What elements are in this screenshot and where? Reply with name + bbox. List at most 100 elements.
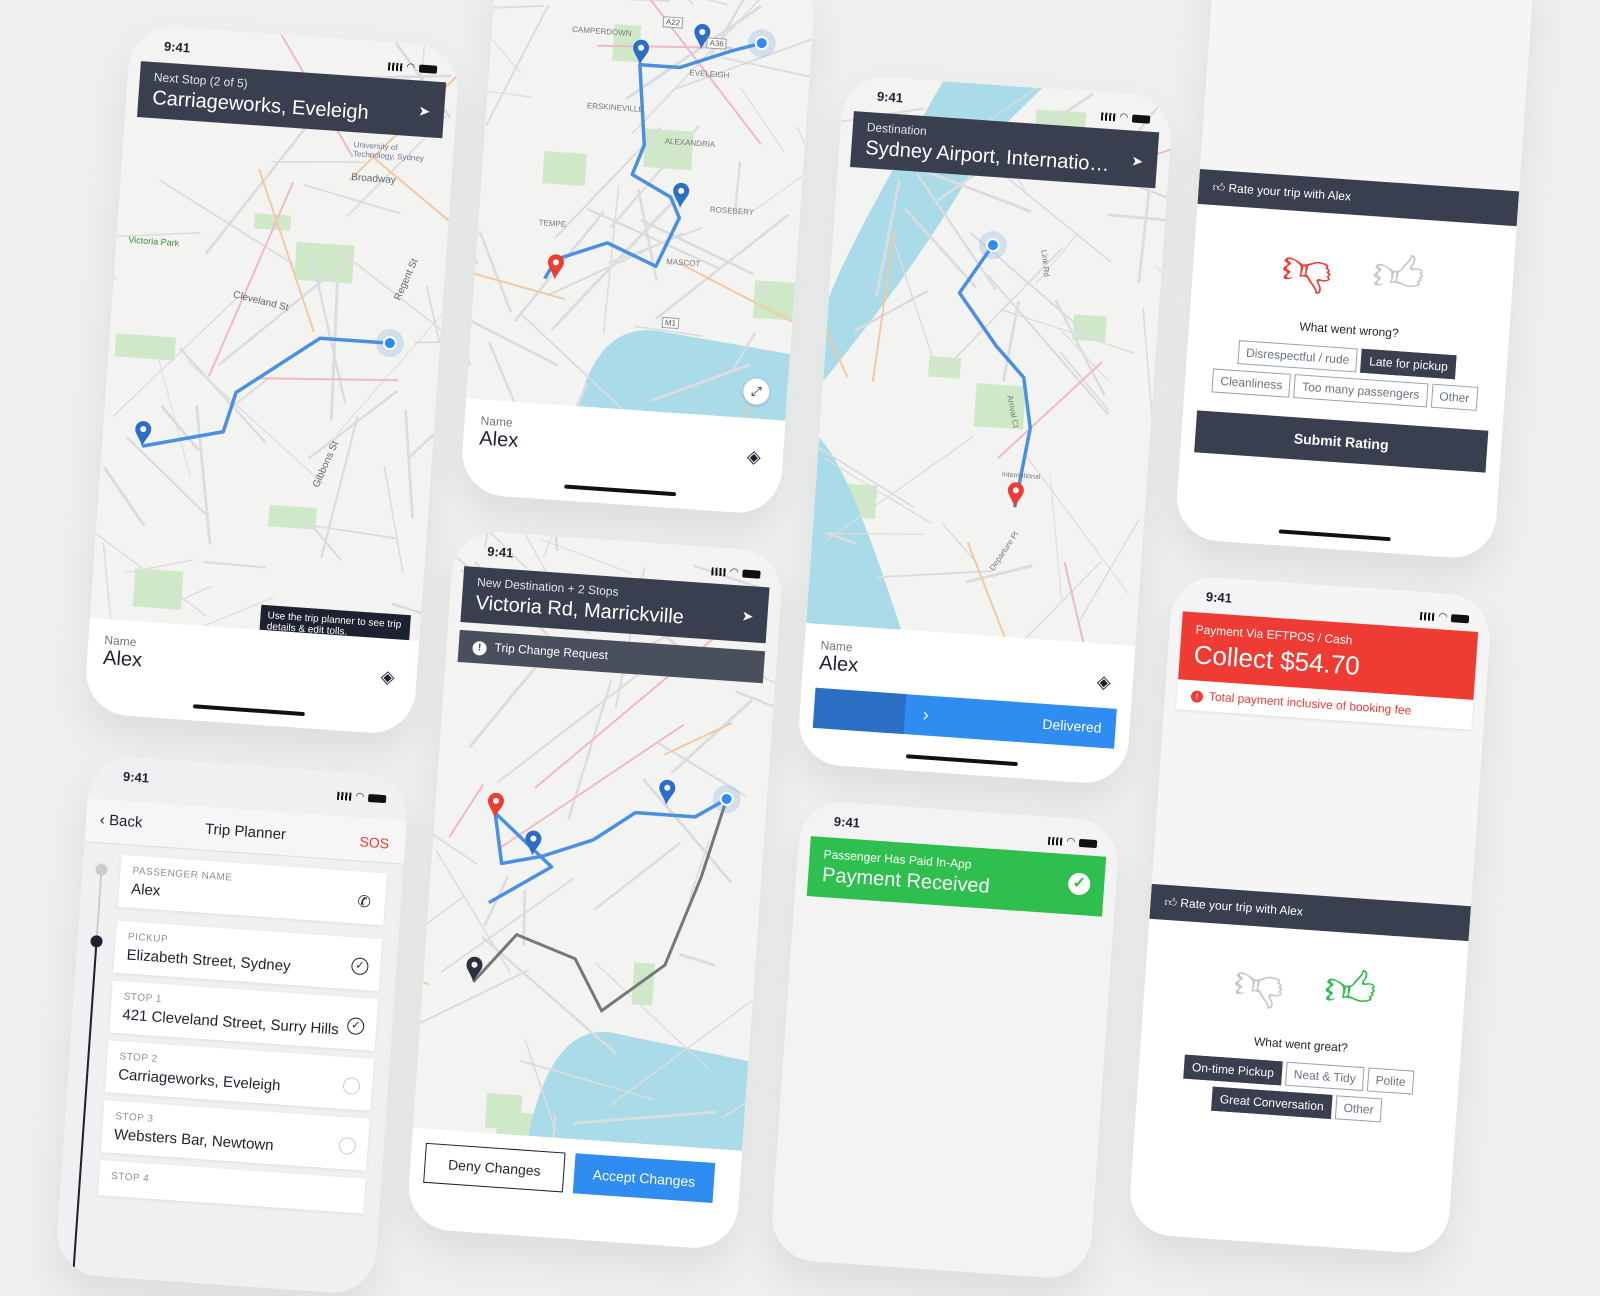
status-icons: ◠ [337, 790, 387, 804]
stop-card-2[interactable]: STOP 2 Carriageworks, Eveleigh [104, 1040, 374, 1111]
phone-icon[interactable]: ✆ [357, 891, 372, 912]
map-pin-icon [525, 830, 542, 856]
phone-rate-negative: 👍︎ Rate your trip with Alex 👎︎ 👍︎ What we… [1174, 0, 1536, 561]
road [1133, 183, 1174, 215]
feedback-option[interactable]: Cleanliness [1211, 368, 1292, 398]
battery-icon [1131, 114, 1151, 124]
road [478, 230, 513, 313]
road [548, 232, 684, 296]
passenger-card[interactable]: PASSENGER NAME Alex ✆ [117, 854, 387, 926]
map-pin-icon [547, 254, 564, 280]
accept-changes-button[interactable]: Accept Changes [572, 1153, 716, 1203]
layers-icon[interactable]: ◈ [1096, 671, 1111, 693]
wifi-icon: ◠ [729, 566, 739, 579]
road [670, 698, 754, 775]
road [459, 214, 471, 366]
status-icons: ◠ [1048, 835, 1098, 849]
park [132, 568, 184, 610]
battery-icon [1450, 613, 1470, 623]
stop-card-4[interactable]: STOP 4 [97, 1160, 366, 1214]
road [271, 161, 366, 164]
road [204, 120, 312, 255]
major-road [678, 262, 817, 343]
slider-handle[interactable] [812, 687, 906, 735]
road [156, 352, 191, 478]
major-road [259, 377, 399, 382]
signal-icon [1420, 611, 1435, 621]
feedback-option[interactable]: Great Conversation [1211, 1086, 1333, 1119]
feedback-option[interactable]: Late for pickup [1360, 348, 1457, 380]
road [1076, 518, 1140, 626]
status-icons: ◠ [388, 60, 438, 74]
current-location-dot [985, 238, 1000, 253]
road [688, 840, 710, 899]
feedback-option[interactable]: Too many passengers [1293, 374, 1429, 408]
thumbs-down-button[interactable]: 👎︎ [1232, 953, 1287, 1012]
road [678, 952, 716, 967]
road [877, 569, 994, 579]
wifi-icon: ◠ [1119, 111, 1129, 124]
road [1059, 351, 1110, 412]
signal-icon [1101, 111, 1116, 121]
road [734, 160, 742, 209]
deny-changes-button[interactable]: Deny Changes [423, 1142, 566, 1193]
thumbs-up-button[interactable]: 👍︎ [1370, 244, 1426, 304]
road [307, 389, 399, 460]
road-label-m1: M1 [661, 316, 680, 330]
status-icons: ◠ [1101, 110, 1151, 124]
rating-panel: 👍︎ Rate your trip with Alex 👎︎ 👍︎ What we… [1174, 168, 1520, 561]
phone-trip-planner: 9:41 ◠ ‹ Back Trip Planner SOS PASSENGER … [54, 754, 410, 1296]
road [602, 185, 620, 333]
feedback-option[interactable]: Other [1334, 1095, 1383, 1123]
battery-icon [418, 64, 438, 74]
road [329, 281, 339, 421]
road [576, 0, 694, 5]
signal-icon [388, 61, 403, 71]
layers-icon[interactable]: ◈ [380, 666, 395, 688]
road [636, 188, 658, 281]
current-location-dot [719, 791, 734, 806]
road [1142, 307, 1155, 442]
layers-icon[interactable]: ◈ [746, 446, 761, 468]
road [435, 850, 511, 973]
feedback-option[interactable]: Other [1430, 383, 1479, 411]
road [567, 680, 613, 820]
map[interactable] [459, 0, 817, 504]
feedback-option[interactable]: Polite [1366, 1067, 1415, 1095]
chevron-right-icon: › [922, 704, 930, 725]
feedback-option[interactable]: On-time Pickup [1183, 1054, 1283, 1086]
wifi-icon: ◠ [406, 61, 416, 74]
alert-icon: ! [472, 640, 488, 656]
stop-card-pickup[interactable]: PICKUP Elizabeth Street, Sydney ✓ [113, 920, 383, 992]
stop-card-1[interactable]: STOP 1 421 Cleveland Street, Surry Hills ✓ [109, 980, 379, 1052]
submit-rating-button[interactable]: Submit Rating [1194, 410, 1489, 473]
road-label-a36: A36 [706, 37, 728, 50]
park [542, 151, 588, 187]
thumbs-up-button[interactable]: 👍︎ [1322, 959, 1378, 1019]
wifi-icon: ◠ [1066, 835, 1076, 848]
thumbs-up-icon: 👍︎ [1212, 179, 1226, 195]
rating-header: 👍︎ Rate your trip with Alex [1149, 883, 1472, 942]
bottom-sheet: Name Alex ◈ › Delivered [796, 622, 1136, 786]
park [928, 356, 962, 379]
road [204, 560, 266, 569]
road [383, 466, 404, 574]
home-indicator [564, 484, 677, 497]
delivered-slider[interactable]: › Delivered [812, 687, 1117, 749]
home-indicator [1278, 529, 1391, 542]
thumbs-down-button[interactable]: 👎︎ [1280, 238, 1335, 297]
road [405, 777, 478, 865]
feedback-option[interactable]: Neat & Tidy [1285, 1061, 1365, 1092]
road [475, 4, 545, 10]
road [485, 4, 550, 127]
current-location-dot [754, 36, 769, 51]
road [740, 87, 785, 153]
phone-collect-payment: 9:41 ◠ Payment Via EFTPOS / Cash Collect $… [1127, 574, 1493, 1256]
stop-card-3[interactable]: STOP 3 Websters Bar, Newtown [100, 1100, 370, 1171]
signal-icon [711, 566, 727, 576]
wifi-icon: ◠ [355, 791, 365, 803]
feedback-option[interactable]: Disrespectful / rude [1237, 340, 1359, 373]
phone-payment-received: 9:41 ◠ Passenger Has Paid In-App Payment … [769, 799, 1121, 1281]
sos-button[interactable]: SOS [359, 833, 390, 851]
phone-trip-change: 9:41 ◠ New Destination + 2 Stops Victoria … [405, 529, 785, 1251]
